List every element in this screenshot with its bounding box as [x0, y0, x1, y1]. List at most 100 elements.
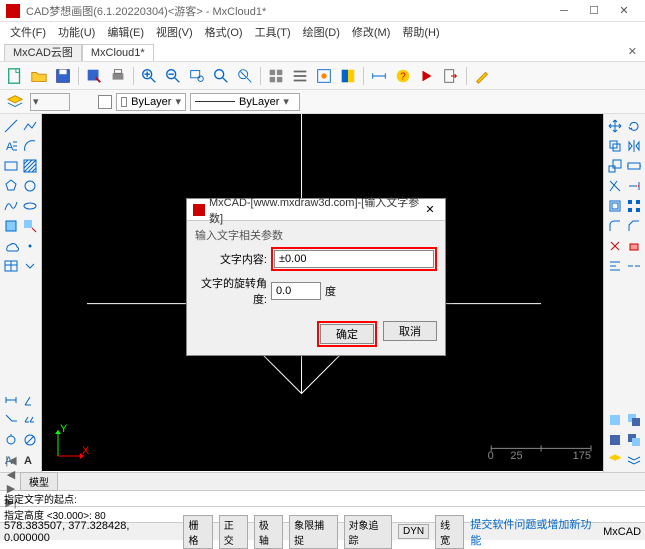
text-tool[interactable]: A	[2, 136, 21, 156]
offset-tool[interactable]	[606, 196, 625, 216]
layer-off-tool[interactable]	[625, 410, 644, 430]
print-button[interactable]	[107, 65, 129, 87]
run-button[interactable]	[416, 65, 438, 87]
menu-H[interactable]: 帮助(H)	[396, 22, 445, 42]
layers-button[interactable]	[289, 65, 311, 87]
polar-toggle[interactable]: 极轴	[254, 515, 283, 549]
explode-tool[interactable]	[606, 236, 625, 256]
properties-button[interactable]	[313, 65, 335, 87]
doc-tab[interactable]: MxCAD云图	[4, 44, 82, 61]
layer-select[interactable]: ▾	[30, 93, 70, 111]
layer-freeze-tool[interactable]	[606, 430, 625, 450]
pencil-button[interactable]	[471, 65, 493, 87]
osnap-toggle[interactable]: 象限捕捉	[289, 515, 337, 549]
rect-tool[interactable]	[2, 156, 21, 176]
menu-T[interactable]: 工具(T)	[249, 22, 297, 42]
layer-on-tool[interactable]	[606, 450, 625, 470]
table-tool[interactable]	[2, 256, 21, 276]
point-tool[interactable]	[21, 236, 40, 256]
break-tool[interactable]	[625, 256, 644, 276]
layer-lock-tool[interactable]	[625, 430, 644, 450]
fillet-tool[interactable]	[606, 216, 625, 236]
rotate-tool[interactable]	[625, 116, 644, 136]
pline-tool[interactable]	[21, 116, 40, 136]
align-tool[interactable]	[606, 256, 625, 276]
ellipse-tool[interactable]	[21, 196, 40, 216]
erase-tool[interactable]	[625, 236, 644, 256]
scale-tool[interactable]	[606, 156, 625, 176]
more-tool[interactable]	[21, 256, 40, 276]
zoom-previous-button[interactable]	[234, 65, 256, 87]
mtext-tool[interactable]: A	[21, 450, 40, 470]
rotation-angle-input[interactable]	[271, 282, 321, 300]
zoom-window-button[interactable]	[186, 65, 208, 87]
cancel-button[interactable]: 取消	[383, 321, 437, 341]
menu-U[interactable]: 功能(U)	[52, 22, 101, 42]
circle-tool[interactable]	[21, 176, 40, 196]
model-tab[interactable]: 模型	[20, 472, 58, 491]
feedback-link[interactable]: 提交软件问题或增加新功能	[470, 516, 597, 548]
grid-toggle[interactable]: 栅格	[183, 515, 212, 549]
block-tool[interactable]	[2, 216, 21, 236]
zoom-in-button[interactable]	[138, 65, 160, 87]
polygon-tool[interactable]	[2, 176, 21, 196]
menu-M[interactable]: 修改(M)	[346, 22, 397, 42]
otrack-toggle[interactable]: 对象追踪	[344, 515, 392, 549]
zoom-extents-button[interactable]	[210, 65, 232, 87]
dim-button[interactable]	[368, 65, 390, 87]
tab-nav[interactable]: ◀	[4, 468, 18, 482]
text-content-input[interactable]	[274, 250, 434, 268]
layer-iso-tool[interactable]	[606, 410, 625, 430]
color-combo[interactable]: ByLayer▾	[116, 93, 186, 111]
zoom-out-button[interactable]	[162, 65, 184, 87]
chain-tool[interactable]	[21, 410, 40, 430]
maximize-button[interactable]: ☐	[579, 2, 609, 20]
new-file-button[interactable]	[4, 65, 26, 87]
dyn-toggle[interactable]: DYN	[398, 524, 429, 539]
dimarc-tool[interactable]	[2, 430, 21, 450]
saveas-button[interactable]	[83, 65, 105, 87]
line-tool[interactable]	[2, 116, 21, 136]
linetype-combo[interactable]: ByLayer▾	[190, 93, 300, 111]
trim-tool[interactable]	[606, 176, 625, 196]
tab-close-icon[interactable]: ✕	[628, 45, 637, 58]
leader-tool[interactable]	[2, 410, 21, 430]
color-swatch[interactable]	[98, 95, 112, 109]
color-button[interactable]	[337, 65, 359, 87]
layer-all-tool[interactable]	[625, 450, 644, 470]
dimdia-tool[interactable]	[21, 430, 40, 450]
mirror-tool[interactable]	[625, 136, 644, 156]
open-file-button[interactable]	[28, 65, 50, 87]
layer-manager-button[interactable]	[4, 91, 26, 113]
lineweight-toggle[interactable]: 线宽	[435, 515, 464, 549]
ortho-toggle[interactable]: 正交	[219, 515, 248, 549]
close-button[interactable]: ✕	[609, 2, 639, 20]
spline-tool[interactable]	[2, 196, 21, 216]
grid-button[interactable]	[265, 65, 287, 87]
hatch-tool[interactable]	[21, 156, 40, 176]
array-tool[interactable]	[625, 196, 644, 216]
help-button[interactable]: ?	[392, 65, 414, 87]
menu-E[interactable]: 编辑(E)	[101, 22, 150, 42]
tab-nav[interactable]: |◀	[4, 454, 18, 468]
angledim-tool[interactable]	[21, 390, 40, 410]
menu-D[interactable]: 绘图(D)	[297, 22, 346, 42]
menu-O[interactable]: 格式(O)	[199, 22, 249, 42]
save-button[interactable]	[52, 65, 74, 87]
insert-tool[interactable]	[21, 216, 40, 236]
menu-F[interactable]: 文件(F)	[4, 22, 52, 42]
chamfer-tool[interactable]	[625, 216, 644, 236]
ok-button[interactable]: 确定	[320, 324, 374, 344]
doc-tab[interactable]: MxCloud1*	[82, 44, 154, 61]
menu-V[interactable]: 视图(V)	[150, 22, 199, 42]
move-tool[interactable]	[606, 116, 625, 136]
minimize-button[interactable]: ─	[549, 2, 579, 20]
copy-tool[interactable]	[606, 136, 625, 156]
export-button[interactable]	[440, 65, 462, 87]
arc-tool[interactable]	[21, 136, 40, 156]
dimension-tool[interactable]	[2, 390, 21, 410]
stretch-tool[interactable]	[625, 156, 644, 176]
dialog-close-button[interactable]: ✕	[421, 201, 439, 219]
extend-tool[interactable]	[625, 176, 644, 196]
cloud-tool[interactable]	[2, 236, 21, 256]
